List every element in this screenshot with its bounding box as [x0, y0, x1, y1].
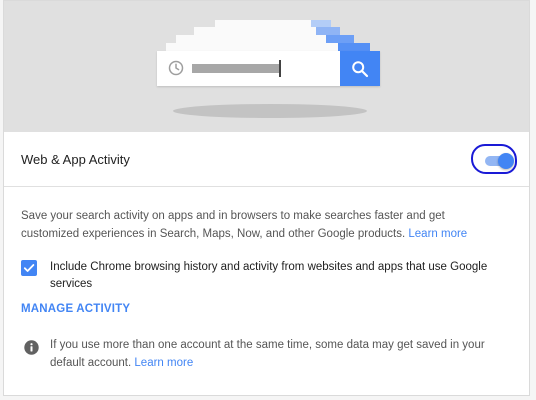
info-icon [24, 340, 39, 355]
search-icon [340, 51, 380, 86]
query-placeholder-bar [192, 64, 279, 73]
text-caret [279, 60, 281, 77]
searchbox-shadow [173, 104, 367, 118]
learn-more-link[interactable]: Learn more [408, 228, 467, 240]
hero-illustration [4, 1, 529, 132]
illustration-searchbox [157, 51, 380, 86]
info-text: If you use more than one account at the … [50, 339, 485, 369]
web-app-activity-toggle[interactable] [471, 144, 517, 174]
checkmark-icon [23, 264, 35, 272]
chrome-history-checkbox[interactable] [21, 260, 37, 276]
setting-title: Web & App Activity [21, 152, 130, 167]
toggle-thumb [498, 153, 514, 169]
description-text: Save your search activity on apps and in… [21, 210, 445, 240]
clock-icon [168, 60, 184, 76]
manage-activity-link[interactable]: MANAGE ACTIVITY [21, 303, 130, 315]
chrome-history-label: Include Chrome browsing history and acti… [50, 261, 488, 290]
activity-controls-card: Web & App Activity Save your search acti… [3, 0, 530, 396]
info-learn-more-link[interactable]: Learn more [134, 357, 193, 369]
setting-description: Save your search activity on apps and in… [21, 207, 481, 243]
setting-header: Web & App Activity [4, 132, 529, 187]
multi-account-info: If you use more than one account at the … [50, 336, 520, 372]
